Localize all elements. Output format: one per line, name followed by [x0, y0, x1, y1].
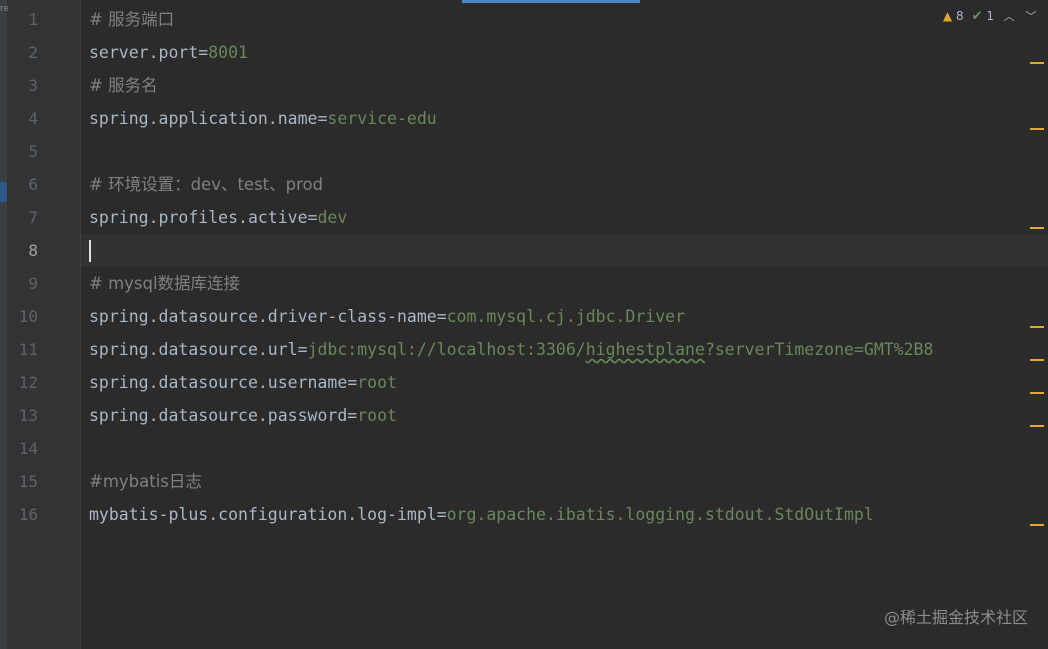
- warning-stripe-marker[interactable]: [1030, 392, 1044, 394]
- previous-highlight-chevron-up-icon[interactable]: ︿: [1002, 8, 1016, 24]
- code-line[interactable]: [81, 432, 1048, 465]
- next-highlight-chevron-down-icon[interactable]: ﹀: [1024, 8, 1038, 24]
- warning-stripe-marker[interactable]: [1030, 128, 1044, 130]
- warnings-indicator[interactable]: ▲ 8: [943, 9, 964, 23]
- line-number: 7: [28, 208, 38, 227]
- warning-stripe-marker[interactable]: [1030, 326, 1044, 328]
- property-separator: =: [436, 505, 447, 524]
- comment-text: # 服务端口: [89, 10, 175, 29]
- code-line[interactable]: # mysql数据库连接: [81, 267, 1048, 300]
- line-numbers: 1 2 3 4 5 6 7 8 9 10 11 12 13 14 15 16: [0, 0, 80, 649]
- property-separator: =: [436, 307, 447, 326]
- property-value: com.mysql.cj.jdbc.Driver: [446, 307, 686, 326]
- line-number: 11: [18, 340, 38, 359]
- warning-triangle-icon: ▲: [942, 9, 953, 23]
- warning-stripe-marker[interactable]: [1030, 227, 1044, 229]
- typos-count: 1: [986, 8, 994, 23]
- code-line[interactable]: spring.datasource.password=root: [81, 399, 1048, 432]
- typo-highlighted-word[interactable]: highestplane: [586, 340, 705, 359]
- current-code-line[interactable]: [81, 234, 1048, 267]
- property-line: spring.application.name=service-edu: [89, 102, 437, 135]
- typos-indicator[interactable]: ✔ 1: [972, 9, 994, 24]
- property-separator: =: [347, 373, 358, 392]
- code-line[interactable]: # 服务名: [81, 69, 1048, 102]
- property-value: root: [357, 373, 397, 392]
- property-key: spring.datasource.username: [89, 373, 348, 392]
- code-line[interactable]: [81, 135, 1048, 168]
- property-value: service-edu: [327, 109, 437, 128]
- line-number: 14: [18, 439, 38, 458]
- code-line[interactable]: #mybatis日志: [81, 465, 1048, 498]
- code-line[interactable]: mybatis-plus.configuration.log-impl=org.…: [81, 498, 1048, 531]
- property-key: server.port: [89, 43, 199, 62]
- property-key: spring.application.name: [89, 109, 318, 128]
- line-number: 12: [18, 373, 38, 392]
- warning-stripe-marker[interactable]: [1030, 524, 1044, 526]
- property-value-suffix: ?serverTimezone=GMT%2B8: [704, 340, 934, 359]
- comment-text: # 环境设置：dev、test、prod: [89, 175, 324, 194]
- property-value: jdbc:mysql://localhost:3306/: [307, 340, 586, 359]
- property-separator: =: [297, 340, 308, 359]
- check-icon: ✔: [971, 8, 983, 24]
- watermark: @稀土掘金技术社区: [883, 608, 1028, 627]
- property-key: spring.profiles.active: [89, 208, 308, 227]
- property-line: spring.datasource.url=jdbc:mysql://local…: [89, 333, 933, 366]
- line-number: 16: [18, 505, 38, 524]
- code-line[interactable]: # 服务端口: [81, 3, 1048, 36]
- line-number: 13: [18, 406, 38, 425]
- code-line[interactable]: spring.application.name=service-edu: [81, 102, 1048, 135]
- code-line[interactable]: spring.datasource.username=root: [81, 366, 1048, 399]
- line-number: 2: [28, 43, 38, 62]
- line-number: 15: [18, 472, 38, 491]
- property-separator: =: [317, 109, 328, 128]
- property-line: spring.datasource.username=root: [89, 366, 397, 399]
- inspection-widget[interactable]: ▲ 8 ✔ 1 ︿ ﹀: [943, 6, 1038, 26]
- property-value: root: [357, 406, 397, 425]
- code-line[interactable]: # 环境设置：dev、test、prod: [81, 168, 1048, 201]
- line-number-current: 8: [28, 241, 38, 260]
- property-separator: =: [307, 208, 318, 227]
- comment-text: # 服务名: [89, 76, 158, 95]
- property-key: spring.datasource.driver-class-name: [89, 307, 437, 326]
- comment-text: #mybatis日志: [89, 472, 202, 491]
- property-value: dev: [317, 208, 348, 227]
- code-line[interactable]: server.port=8001: [81, 36, 1048, 69]
- property-value: org.apache.ibatis.logging.stdout.StdOutI…: [446, 505, 874, 524]
- code-editor[interactable]: # 服务端口 server.port=8001 # 服务名 spring.app…: [81, 0, 1048, 649]
- warning-stripe-marker[interactable]: [1030, 62, 1044, 64]
- text-caret: [89, 240, 91, 262]
- line-number: 4: [28, 109, 38, 128]
- warning-stripe-marker[interactable]: [1030, 359, 1044, 361]
- property-value: 8001: [208, 43, 248, 62]
- line-number: 5: [28, 142, 38, 161]
- property-line: server.port=8001: [89, 36, 248, 69]
- line-number: 3: [28, 76, 38, 95]
- code-line[interactable]: spring.datasource.url=jdbc:mysql://local…: [81, 333, 1048, 366]
- line-number: 6: [28, 175, 38, 194]
- comment-text: # mysql数据库连接: [89, 274, 241, 293]
- warning-stripe-marker[interactable]: [1030, 425, 1044, 427]
- property-line: spring.profiles.active=dev: [89, 201, 347, 234]
- line-number: 10: [18, 307, 38, 326]
- line-number: 9: [28, 274, 38, 293]
- line-number: 1: [28, 10, 38, 29]
- code-line[interactable]: spring.datasource.driver-class-name=com.…: [81, 300, 1048, 333]
- property-separator: =: [198, 43, 209, 62]
- property-key: mybatis-plus.configuration.log-impl: [89, 505, 437, 524]
- property-line: mybatis-plus.configuration.log-impl=org.…: [89, 498, 874, 531]
- property-separator: =: [347, 406, 358, 425]
- property-key: spring.datasource.password: [89, 406, 348, 425]
- code-line[interactable]: spring.profiles.active=dev: [81, 201, 1048, 234]
- property-line: spring.datasource.driver-class-name=com.…: [89, 300, 685, 333]
- property-line: spring.datasource.password=root: [89, 399, 397, 432]
- warnings-count: 8: [955, 9, 964, 23]
- property-key: spring.datasource.url: [89, 340, 298, 359]
